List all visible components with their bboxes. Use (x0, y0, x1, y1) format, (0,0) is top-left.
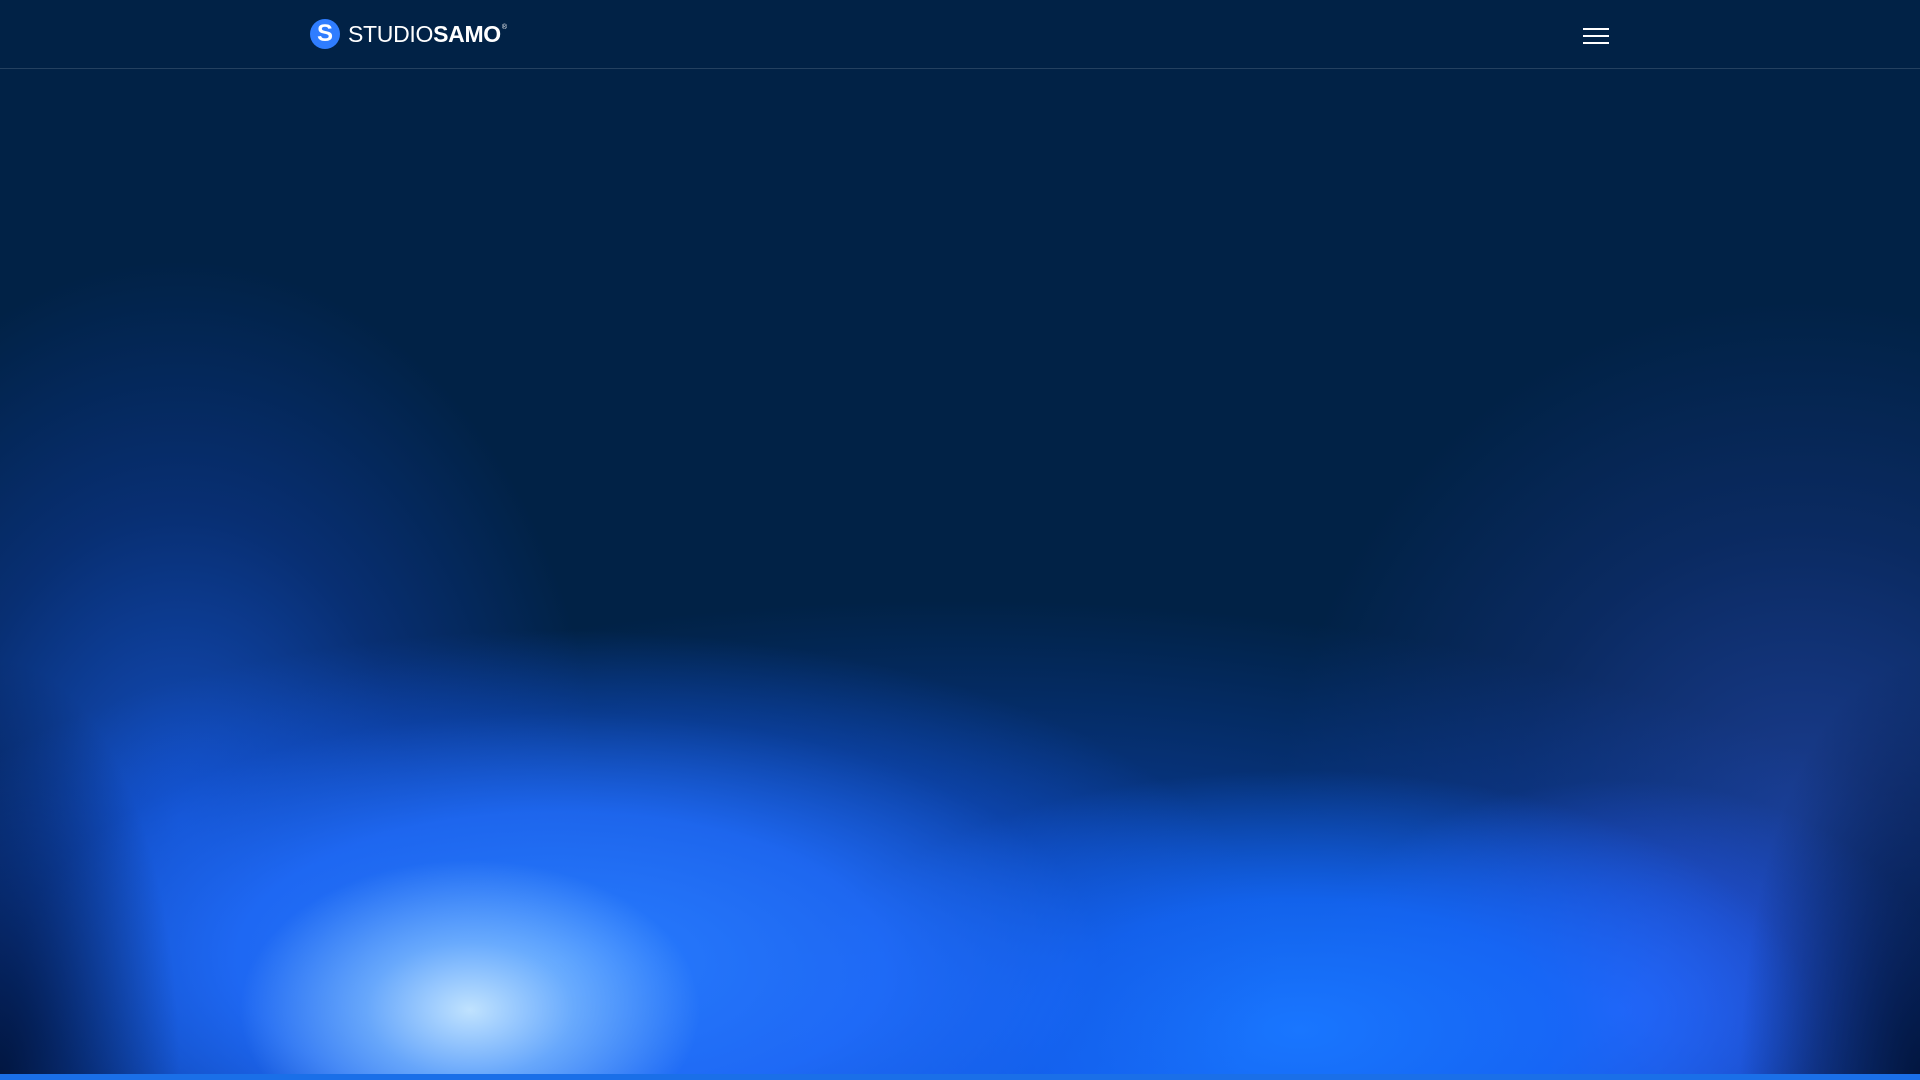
hamburger-menu-button[interactable] (1580, 24, 1612, 48)
logo-text-samo: SAMO (433, 20, 501, 47)
site-header: S STUDIO SAMO ® (0, 0, 1920, 69)
logo-text-studio: STUDIO (348, 20, 434, 47)
registered-mark: ® (501, 23, 507, 31)
hamburger-menu-icon (1583, 42, 1609, 44)
bottom-accent-bar (0, 1074, 1920, 1080)
logo-wordmark: STUDIO SAMO ® (348, 21, 507, 48)
site-logo-link[interactable]: S STUDIO SAMO ® (310, 18, 507, 50)
hero-corner-shade (0, 0, 1920, 1080)
hamburger-menu-icon (1583, 28, 1609, 30)
hamburger-menu-icon (1583, 35, 1609, 37)
studiosamo-logo-icon: S (310, 19, 340, 49)
page: S STUDIO SAMO ® (0, 0, 1920, 1080)
